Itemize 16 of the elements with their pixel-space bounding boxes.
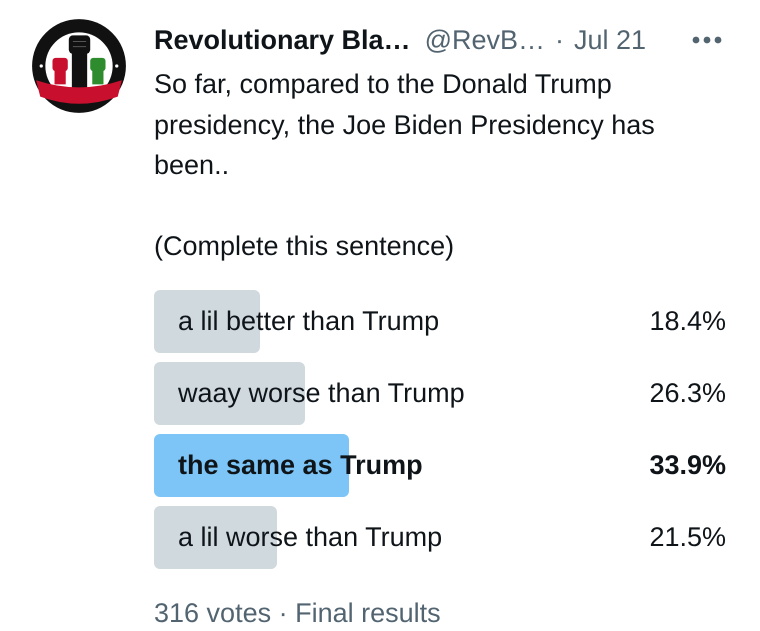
separator-dot: · xyxy=(555,24,564,56)
poll-option-percentage: 18.4% xyxy=(649,306,726,336)
author-handle[interactable]: @RevB… xyxy=(424,24,545,56)
more-options-icon[interactable] xyxy=(692,36,722,44)
tweet-text: So far, compared to the Donald Trump presidency, the Joe Biden Presidency has been.. xyxy=(154,68,656,182)
poll-option-label: the same as Trump xyxy=(178,450,423,480)
poll-option-label: waay worse than Trump xyxy=(178,378,465,408)
poll-option-percentage: 26.3% xyxy=(649,378,726,408)
poll-option-label: a lil worse than Trump xyxy=(178,522,442,552)
poll-option-percentage: 21.5% xyxy=(649,522,726,552)
poll-option-label: a lil better than Trump xyxy=(178,306,440,336)
poll-option-percentage: 33.9% xyxy=(649,450,726,480)
tweet-text: (Complete this sentence) xyxy=(154,230,456,263)
author-name[interactable]: Revolutionary Bla… xyxy=(154,24,411,56)
tweet-date[interactable]: Jul 21 xyxy=(574,24,646,56)
poll-summary: 316 votes · Final results xyxy=(154,596,442,628)
